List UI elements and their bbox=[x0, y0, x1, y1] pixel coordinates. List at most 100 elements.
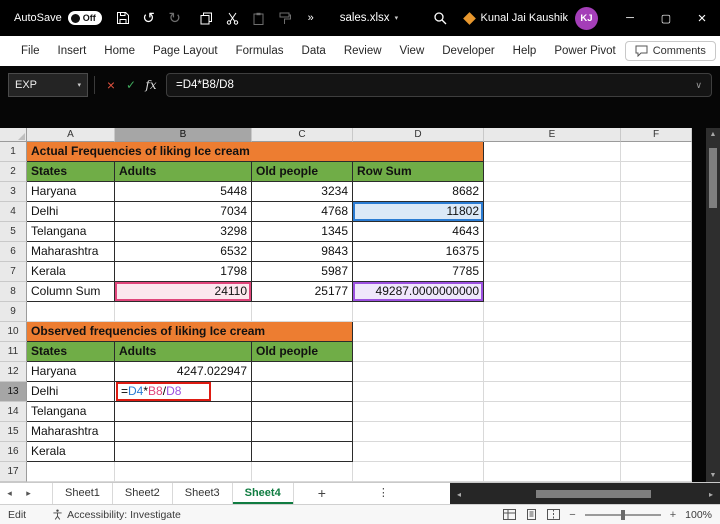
sheet-tab-sheet1[interactable]: Sheet1 bbox=[52, 483, 113, 504]
cell-D5[interactable]: 4643 bbox=[353, 222, 484, 242]
quick-access-more-button[interactable]: » bbox=[298, 0, 324, 36]
cell-D8[interactable]: 49287.0000000000 bbox=[353, 282, 484, 302]
cell-B6[interactable]: 6532 bbox=[115, 242, 252, 262]
zoom-slider[interactable] bbox=[585, 514, 661, 516]
cut-button[interactable] bbox=[220, 0, 246, 36]
copy-button[interactable] bbox=[194, 0, 220, 36]
cell-F13[interactable] bbox=[621, 382, 692, 402]
cell-D9[interactable] bbox=[353, 302, 484, 322]
expand-formula-bar-icon[interactable]: ∨ bbox=[695, 80, 702, 91]
column-header-B[interactable]: B bbox=[115, 128, 252, 142]
zoom-level[interactable]: 100% bbox=[685, 509, 712, 521]
cell-C15[interactable] bbox=[252, 422, 353, 442]
row-header-9[interactable]: 9 bbox=[0, 302, 27, 322]
cell-A3[interactable]: Haryana bbox=[27, 182, 115, 202]
undo-button[interactable]: ↺ bbox=[136, 0, 162, 36]
cell-F10[interactable] bbox=[621, 322, 692, 342]
enter-entry-button[interactable]: ✓ bbox=[121, 78, 141, 92]
column-header-F[interactable]: F bbox=[621, 128, 692, 142]
cell-D12[interactable] bbox=[353, 362, 484, 382]
cell-F5[interactable] bbox=[621, 222, 692, 242]
cell-E9[interactable] bbox=[484, 302, 621, 322]
cell-A7[interactable]: Kerala bbox=[27, 262, 115, 282]
cell-F8[interactable] bbox=[621, 282, 692, 302]
menu-review[interactable]: Review bbox=[335, 36, 391, 66]
formula-input[interactable]: =D4*B8/D8 ∨ bbox=[166, 73, 712, 97]
sheet-tab-sheet2[interactable]: Sheet2 bbox=[113, 483, 173, 504]
cell-B4[interactable]: 7034 bbox=[115, 202, 252, 222]
maximize-button[interactable]: ▢ bbox=[648, 0, 684, 36]
page-break-view-button[interactable] bbox=[547, 509, 560, 520]
cell-F14[interactable] bbox=[621, 402, 692, 422]
cell-F12[interactable] bbox=[621, 362, 692, 382]
cell-B13[interactable]: =D4*B8/D8 bbox=[115, 382, 252, 402]
sheet-tab-sheet3[interactable]: Sheet3 bbox=[173, 483, 233, 504]
zoom-out-button[interactable]: − bbox=[569, 509, 575, 521]
cell-C7[interactable]: 5987 bbox=[252, 262, 353, 282]
zoom-slider-knob[interactable] bbox=[621, 510, 625, 520]
cell-C9[interactable] bbox=[252, 302, 353, 322]
cell-B9[interactable] bbox=[115, 302, 252, 322]
cell-A17[interactable] bbox=[27, 462, 115, 482]
cell-B17[interactable] bbox=[115, 462, 252, 482]
menu-view[interactable]: View bbox=[391, 36, 434, 66]
cell-F11[interactable] bbox=[621, 342, 692, 362]
row-header-15[interactable]: 15 bbox=[0, 422, 27, 442]
comments-button[interactable]: Comments bbox=[625, 41, 716, 61]
cell-E15[interactable] bbox=[484, 422, 621, 442]
cell-E4[interactable] bbox=[484, 202, 621, 222]
sheet-nav-left-icon[interactable]: ◂ bbox=[0, 483, 19, 504]
cell-E1[interactable] bbox=[484, 142, 621, 162]
cell-E3[interactable] bbox=[484, 182, 621, 202]
cell-D7[interactable]: 7785 bbox=[353, 262, 484, 282]
cell-E8[interactable] bbox=[484, 282, 621, 302]
cell-E11[interactable] bbox=[484, 342, 621, 362]
row-header-5[interactable]: 5 bbox=[0, 222, 27, 242]
cell-A12[interactable]: Haryana bbox=[27, 362, 115, 382]
cell-E16[interactable] bbox=[484, 442, 621, 462]
horizontal-scrollbar[interactable]: ◂ ▸ bbox=[450, 483, 720, 505]
row-header-3[interactable]: 3 bbox=[0, 182, 27, 202]
cell-B8[interactable]: 24110 bbox=[115, 282, 252, 302]
row-header-2[interactable]: 2 bbox=[0, 162, 27, 182]
cell-F2[interactable] bbox=[621, 162, 692, 182]
cell-B11[interactable]: Adults bbox=[115, 342, 252, 362]
row-header-8[interactable]: 8 bbox=[0, 282, 27, 302]
cell-A14[interactable]: Telangana bbox=[27, 402, 115, 422]
horizontal-scroll-track[interactable] bbox=[468, 483, 702, 505]
cell-A9[interactable] bbox=[27, 302, 115, 322]
column-header-C[interactable]: C bbox=[252, 128, 353, 142]
row-header-16[interactable]: 16 bbox=[0, 442, 27, 462]
column-header-D[interactable]: D bbox=[353, 128, 484, 142]
cell-C16[interactable] bbox=[252, 442, 353, 462]
row-header-4[interactable]: 4 bbox=[0, 202, 27, 222]
row-header-13[interactable]: 13 bbox=[0, 382, 27, 402]
sheet-nav-right-icon[interactable]: ▸ bbox=[19, 483, 38, 504]
save-button[interactable] bbox=[110, 0, 136, 36]
scroll-up-icon[interactable]: ▲ bbox=[710, 128, 717, 141]
cell-D14[interactable] bbox=[353, 402, 484, 422]
workbook-title-button[interactable]: sales.xlsx ▾ bbox=[340, 12, 398, 24]
cell-C6[interactable]: 9843 bbox=[252, 242, 353, 262]
cell-A13[interactable]: Delhi bbox=[27, 382, 115, 402]
close-button[interactable]: × bbox=[684, 0, 720, 36]
cell-C2[interactable]: Old people bbox=[252, 162, 353, 182]
menu-help[interactable]: Help bbox=[504, 36, 546, 66]
cell-E2[interactable] bbox=[484, 162, 621, 182]
cell-E17[interactable] bbox=[484, 462, 621, 482]
cell-A6[interactable]: Maharashtra bbox=[27, 242, 115, 262]
formula-edit-box[interactable]: =D4*B8/D8 bbox=[116, 382, 211, 401]
format-painter-button[interactable] bbox=[272, 0, 298, 36]
cell-C13[interactable] bbox=[252, 382, 353, 402]
cell-E12[interactable] bbox=[484, 362, 621, 382]
cell-C3[interactable]: 3234 bbox=[252, 182, 353, 202]
cell-F9[interactable] bbox=[621, 302, 692, 322]
cell-F15[interactable] bbox=[621, 422, 692, 442]
cell-F16[interactable] bbox=[621, 442, 692, 462]
cell-E10[interactable] bbox=[484, 322, 621, 342]
cell-B12[interactable]: 4247.022947 bbox=[115, 362, 252, 382]
cell-D17[interactable] bbox=[353, 462, 484, 482]
cell-E13[interactable] bbox=[484, 382, 621, 402]
column-header-A[interactable]: A bbox=[27, 128, 115, 142]
column-header-E[interactable]: E bbox=[484, 128, 621, 142]
